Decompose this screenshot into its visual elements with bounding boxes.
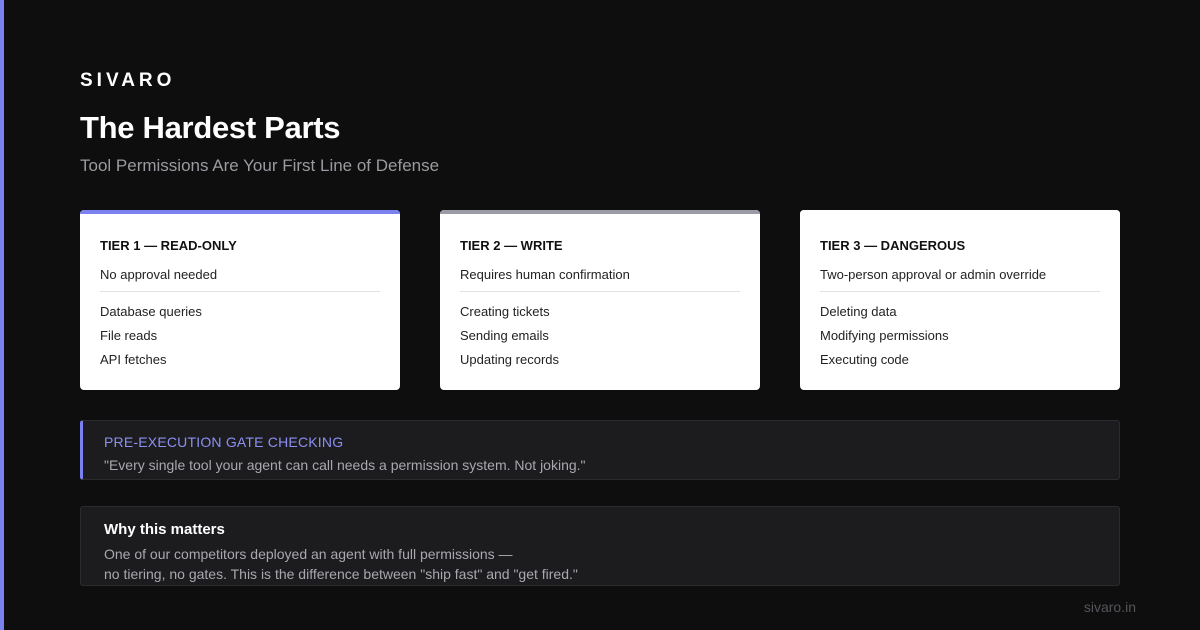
tier-item: Deleting data — [820, 304, 897, 319]
tier-item-list: Creating tickets Sending emails Updating… — [460, 304, 559, 376]
tier-card-1: TIER 1 — READ-ONLY No approval needed Da… — [80, 210, 400, 390]
tier-name: TIER 3 — DANGEROUS — [820, 238, 966, 253]
tier-item-list: Deleting data Modifying permissions Exec… — [820, 304, 949, 376]
tier-item: Sending emails — [460, 328, 549, 343]
footer-url: sivaro.in — [1083, 599, 1136, 615]
gate-heading: PRE-EXECUTION GATE CHECKING — [104, 434, 344, 450]
tier-card-2: TIER 2 — WRITE Requires human confirmati… — [440, 210, 760, 390]
gate-quote: "Every single tool your agent can call n… — [104, 457, 586, 473]
tier-approval-text: Requires human confirmation — [460, 267, 630, 282]
left-accent-bar — [0, 0, 4, 630]
tier-item-list: Database queries File reads API fetches — [100, 304, 202, 376]
tier-divider — [100, 291, 380, 292]
tier-card-top-bar — [80, 210, 400, 214]
brand-logo-text: SIVARO — [80, 70, 176, 91]
tier-card-top-bar — [440, 210, 760, 214]
tier-item: Updating records — [460, 352, 559, 367]
tier-approval-text: Two-person approval or admin override — [820, 267, 1047, 282]
tier-approval-text: No approval needed — [100, 267, 218, 282]
tier-item: API fetches — [100, 352, 167, 367]
gate-callout: PRE-EXECUTION GATE CHECKING "Every singl… — [80, 420, 1120, 480]
why-text-line: no tiering, no gates. This is the differ… — [104, 566, 578, 582]
tier-item: File reads — [100, 328, 158, 343]
tier-card-top-bar — [800, 210, 1120, 214]
page-title: The Hardest Parts — [80, 110, 341, 145]
page-subtitle: Tool Permissions Are Your First Line of … — [80, 156, 440, 175]
tier-divider — [460, 291, 740, 292]
tier-item: Executing code — [820, 352, 909, 367]
tier-name: TIER 2 — WRITE — [460, 238, 563, 253]
tier-item: Creating tickets — [460, 304, 550, 319]
tier-name: TIER 1 — READ-ONLY — [100, 238, 237, 253]
tier-item: Modifying permissions — [820, 328, 949, 343]
tier-card-3: TIER 3 — DANGEROUS Two-person approval o… — [800, 210, 1120, 390]
why-heading: Why this matters — [104, 521, 225, 538]
tier-divider — [820, 291, 1100, 292]
why-text-line: One of our competitors deployed an agent… — [104, 546, 513, 562]
why-callout: Why this matters One of our competitors … — [80, 506, 1120, 586]
tier-item: Database queries — [100, 304, 202, 319]
